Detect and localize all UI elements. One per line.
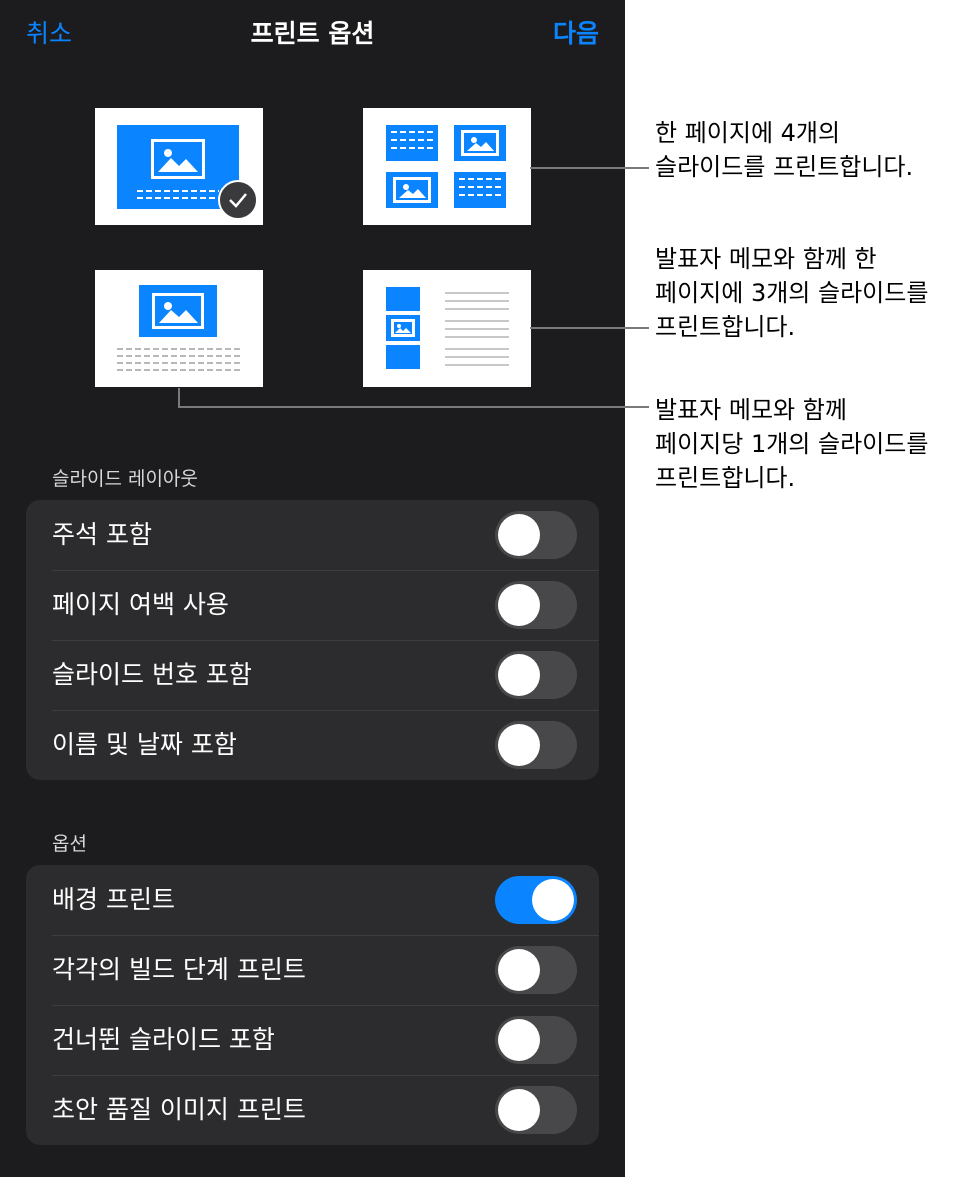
- text-line: [459, 194, 501, 196]
- toggle-row-include-slide-numbers: 슬라이드 번호 포함: [26, 640, 599, 710]
- slide-preview: [454, 172, 506, 208]
- print-backgrounds-toggle[interactable]: [495, 876, 577, 924]
- toggle-row-include-name-and-date: 이름 및 날짜 포함: [26, 710, 599, 780]
- callout-three-slides-with-notes: 발표자 메모와 함께 한 페이지에 3개의 슬라이드를 프린트합니다.: [655, 242, 928, 344]
- section-label-slide-layout: 슬라이드 레이아웃: [52, 468, 198, 490]
- note-line: [117, 355, 241, 357]
- image-icon: [151, 139, 205, 179]
- page-title: 프린트 옵션: [250, 19, 375, 48]
- toggle-knob: [498, 1089, 540, 1131]
- toggle-knob: [532, 879, 574, 921]
- toggle-row-print-each-build-stage: 각각의 빌드 단계 프린트: [26, 935, 599, 1005]
- text-line: [459, 186, 501, 188]
- layout-slide-with-notes-thumbnail[interactable]: [95, 270, 263, 387]
- slide-preview: [386, 345, 420, 369]
- text-line: [459, 178, 501, 180]
- note-line: [445, 308, 509, 310]
- row-label: 이름 및 날짜 포함: [52, 730, 237, 759]
- toggle-knob: [498, 724, 540, 766]
- callout-line: 슬라이드를 프린트합니다.: [655, 153, 914, 181]
- draft-quality-images-toggle[interactable]: [495, 1086, 577, 1134]
- row-label: 페이지 여백 사용: [52, 590, 229, 619]
- layout-three-slides-with-notes-thumbnail[interactable]: [363, 270, 531, 387]
- slide-preview: [386, 172, 438, 208]
- callout-slide-with-notes: 발표자 메모와 함께 페이지당 1개의 슬라이드를 프린트합니다.: [655, 393, 928, 495]
- slide-preview: [454, 125, 506, 161]
- row-label: 주석 포함: [52, 520, 152, 549]
- text-line: [391, 147, 433, 149]
- toggle-knob: [498, 654, 540, 696]
- image-icon: [391, 319, 415, 337]
- row-label: 건너뛴 슬라이드 포함: [52, 1025, 275, 1054]
- image-icon: [393, 177, 431, 203]
- text-line: [137, 190, 219, 192]
- callout-line: 발표자 메모와 함께: [655, 396, 847, 424]
- note-line: [445, 292, 509, 294]
- callout-line: 프린트합니다.: [655, 464, 796, 492]
- slide-preview: [386, 315, 420, 341]
- print-options-panel: 취소 프린트 옵션 다음 슬라이드 레이아웃 주석 포함 페이지 여백 사용 슬…: [0, 0, 625, 1177]
- toggle-row-include-comments: 주석 포함: [26, 500, 599, 570]
- toggle-row-print-backgrounds: 배경 프린트: [26, 865, 599, 935]
- use-page-margins-toggle[interactable]: [495, 581, 577, 629]
- note-line: [445, 320, 509, 322]
- callout-leader-line: [178, 388, 180, 407]
- toggle-row-use-page-margins: 페이지 여백 사용: [26, 570, 599, 640]
- slide-preview: [386, 287, 420, 311]
- section-label-options: 옵션: [52, 833, 87, 855]
- row-label: 배경 프린트: [52, 885, 175, 914]
- row-label: 슬라이드 번호 포함: [52, 660, 252, 689]
- callout-line: 페이지당 1개의 슬라이드를: [655, 430, 929, 458]
- note-line: [445, 336, 509, 338]
- callout-line: 한 페이지에 4개의: [655, 119, 841, 147]
- include-skipped-slides-toggle[interactable]: [495, 1016, 577, 1064]
- include-comments-toggle[interactable]: [495, 511, 577, 559]
- callout-line: 프린트합니다.: [655, 313, 796, 341]
- slide-preview: [386, 125, 438, 161]
- callout-four-slides: 한 페이지에 4개의 슬라이드를 프린트합니다.: [655, 116, 913, 184]
- image-icon: [152, 293, 204, 329]
- include-slide-numbers-toggle[interactable]: [495, 651, 577, 699]
- toggle-row-include-skipped-slides: 건너뛴 슬라이드 포함: [26, 1005, 599, 1075]
- print-each-build-stage-toggle[interactable]: [495, 946, 577, 994]
- toggle-row-draft-quality-images: 초안 품질 이미지 프린트: [26, 1075, 599, 1145]
- slide-preview: [139, 285, 217, 337]
- next-button[interactable]: 다음: [553, 14, 599, 50]
- toggle-knob: [498, 584, 540, 626]
- row-label: 초안 품질 이미지 프린트: [52, 1095, 306, 1124]
- callout-line: 발표자 메모와 함께 한: [655, 245, 877, 273]
- note-line: [117, 362, 241, 364]
- callout-leader-line: [530, 167, 649, 169]
- slide-layout-group: 주석 포함 페이지 여백 사용 슬라이드 번호 포함 이름 및 날짜 포함: [26, 500, 599, 780]
- toggle-knob: [498, 514, 540, 556]
- note-line: [445, 356, 509, 358]
- text-line: [391, 131, 433, 133]
- layout-single-slide-thumbnail[interactable]: [95, 108, 263, 225]
- options-group: 배경 프린트 각각의 빌드 단계 프린트 건너뛴 슬라이드 포함 초안 품질 이…: [26, 865, 599, 1145]
- toggle-knob: [498, 1019, 540, 1061]
- note-line: [117, 369, 241, 371]
- callout-leader-line: [530, 327, 649, 329]
- layout-four-slides-thumbnail[interactable]: [363, 108, 531, 225]
- checkmark-icon: [218, 180, 258, 220]
- callout-leader-line: [178, 406, 649, 408]
- text-line: [391, 139, 433, 141]
- text-line: [137, 197, 219, 199]
- note-line: [117, 348, 241, 350]
- include-name-and-date-toggle[interactable]: [495, 721, 577, 769]
- note-line: [445, 364, 509, 366]
- image-icon: [461, 130, 499, 156]
- note-line: [445, 348, 509, 350]
- row-label: 각각의 빌드 단계 프린트: [52, 955, 306, 984]
- toggle-knob: [498, 949, 540, 991]
- callout-line: 페이지에 3개의 슬라이드를: [655, 279, 929, 307]
- note-line: [445, 328, 509, 330]
- note-line: [445, 300, 509, 302]
